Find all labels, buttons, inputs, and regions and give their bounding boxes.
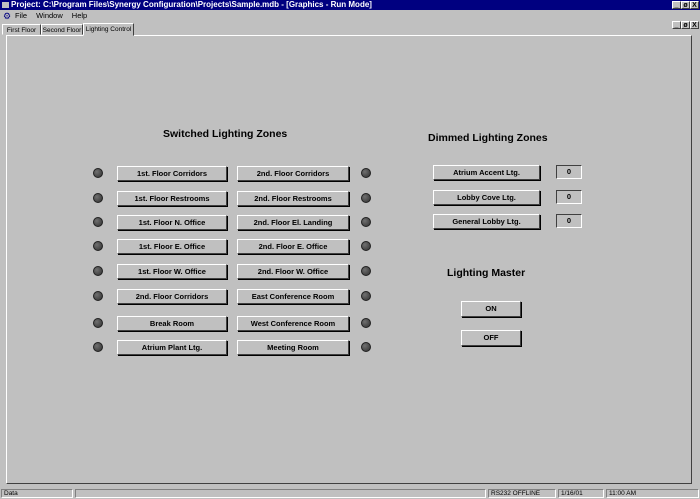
switched-zone-button[interactable]: West Conference Room bbox=[237, 316, 349, 331]
menu-bar: ⚙ File Window Help _ ø X bbox=[0, 10, 700, 29]
zone-status-indicator bbox=[93, 342, 103, 352]
zone-status-indicator bbox=[93, 217, 103, 227]
lighting-control-panel bbox=[6, 35, 692, 484]
switched-zone-button[interactable]: 1st. Floor Restrooms bbox=[117, 191, 227, 206]
close-button[interactable]: X bbox=[690, 1, 699, 9]
dimmed-zone-button[interactable]: General Lobby Ltg. bbox=[433, 214, 540, 229]
window-title: Project: C:\Program Files\Synergy Config… bbox=[11, 0, 372, 9]
switched-zone-button[interactable]: Atrium Plant Ltg. bbox=[117, 340, 227, 355]
maximize-button[interactable]: ø bbox=[681, 1, 690, 9]
switched-zone-button[interactable]: 2nd. Floor Corridors bbox=[237, 166, 349, 181]
zone-status-indicator bbox=[361, 241, 371, 251]
tab-strip: First Floor Second Floor Lighting Contro… bbox=[0, 23, 700, 36]
menu-file[interactable]: File bbox=[15, 10, 27, 22]
dimmed-zone-level[interactable]: 0 bbox=[556, 165, 582, 179]
zone-status-indicator bbox=[93, 168, 103, 178]
zone-status-indicator bbox=[361, 266, 371, 276]
switched-zone-button[interactable]: 1st. Floor N. Office bbox=[117, 215, 227, 230]
status-bar: Data RS232 OFFLINE 1/16/01 11:00 AM bbox=[0, 488, 700, 499]
dimmed-zone-button[interactable]: Atrium Accent Ltg. bbox=[433, 165, 540, 180]
status-pane-date: 1/16/01 bbox=[558, 489, 604, 498]
zone-status-indicator bbox=[361, 168, 371, 178]
switched-zone-button[interactable]: 2nd. Floor Corridors bbox=[117, 289, 227, 304]
document-icon[interactable]: ⚙ bbox=[3, 11, 12, 21]
switched-zone-button[interactable]: 1st. Floor Corridors bbox=[117, 166, 227, 181]
zone-status-indicator bbox=[361, 217, 371, 227]
status-pane-message bbox=[75, 489, 486, 498]
tab-first-floor[interactable]: First Floor bbox=[2, 24, 41, 35]
title-bar: Project: C:\Program Files\Synergy Config… bbox=[0, 0, 700, 10]
dimmed-zones-heading: Dimmed Lighting Zones bbox=[428, 132, 548, 144]
switched-zone-button[interactable]: 1st. Floor W. Office bbox=[117, 264, 227, 279]
switched-zone-button[interactable]: Meeting Room bbox=[237, 340, 349, 355]
zone-status-indicator bbox=[93, 241, 103, 251]
switched-zone-button[interactable]: East Conference Room bbox=[237, 289, 349, 304]
master-on-button[interactable]: ON bbox=[461, 301, 521, 317]
switched-zones-heading: Switched Lighting Zones bbox=[163, 128, 288, 140]
switched-zone-button[interactable]: 2nd. Floor El. Landing bbox=[237, 215, 349, 230]
switched-zone-button[interactable]: 2nd. Floor Restrooms bbox=[237, 191, 349, 206]
zone-status-indicator bbox=[93, 266, 103, 276]
dimmed-zone-level[interactable]: 0 bbox=[556, 190, 582, 204]
zone-status-indicator bbox=[93, 291, 103, 301]
switched-zone-button[interactable]: 1st. Floor E. Office bbox=[117, 239, 227, 254]
switched-zone-button[interactable]: 2nd. Floor E. Office bbox=[237, 239, 349, 254]
switched-zone-button[interactable]: Break Room bbox=[117, 316, 227, 331]
minimize-button[interactable]: _ bbox=[672, 1, 681, 9]
status-pane-time: 11:00 AM bbox=[606, 489, 699, 498]
menu-window[interactable]: Window bbox=[36, 10, 63, 22]
zone-status-indicator bbox=[93, 318, 103, 328]
status-pane-port: RS232 OFFLINE bbox=[488, 489, 556, 498]
tab-lighting-control[interactable]: Lighting Control bbox=[83, 23, 134, 36]
master-off-button[interactable]: OFF bbox=[461, 330, 521, 346]
menu-help[interactable]: Help bbox=[72, 10, 87, 22]
zone-status-indicator bbox=[361, 318, 371, 328]
status-pane-main: Data bbox=[1, 489, 73, 498]
zone-status-indicator bbox=[361, 193, 371, 203]
zone-status-indicator bbox=[361, 342, 371, 352]
zone-status-indicator bbox=[361, 291, 371, 301]
dimmed-zone-button[interactable]: Lobby Cove Ltg. bbox=[433, 190, 540, 205]
switched-zone-button[interactable]: 2nd. Floor W. Office bbox=[237, 264, 349, 279]
window-controls: _ ø X bbox=[672, 1, 699, 9]
tab-second-floor[interactable]: Second Floor bbox=[41, 24, 83, 35]
dimmed-zone-level[interactable]: 0 bbox=[556, 214, 582, 228]
lighting-master-heading: Lighting Master bbox=[447, 267, 526, 279]
app-icon bbox=[2, 1, 9, 8]
zone-status-indicator bbox=[93, 193, 103, 203]
